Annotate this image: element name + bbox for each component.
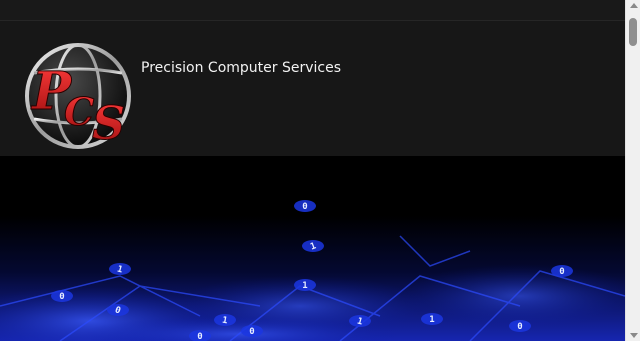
scroll-down-arrow-icon[interactable] xyxy=(630,333,638,338)
vertical-scrollbar[interactable] xyxy=(625,0,640,341)
page: P C S Precision Computer Services 0 1 1 … xyxy=(0,0,625,341)
binary-digit: 1 xyxy=(421,313,443,325)
svg-text:0: 0 xyxy=(197,332,202,341)
svg-text:1: 1 xyxy=(302,281,307,291)
svg-text:S: S xyxy=(92,96,125,150)
svg-text:C: C xyxy=(64,89,94,134)
svg-text:0: 0 xyxy=(517,322,522,332)
binary-digit: 0 xyxy=(294,200,316,212)
site-header: P C S Precision Computer Services xyxy=(0,21,625,156)
binary-digit: 0 xyxy=(509,320,531,332)
scroll-thumb[interactable] xyxy=(629,18,637,46)
svg-text:0: 0 xyxy=(249,327,254,337)
hero-banner: 0110010101100 xyxy=(0,156,625,341)
top-strip xyxy=(0,0,625,21)
site-title[interactable]: Precision Computer Services xyxy=(141,60,341,76)
binary-digit: 0 xyxy=(51,290,73,302)
scroll-up-arrow-icon[interactable] xyxy=(630,3,638,8)
svg-text:1: 1 xyxy=(429,315,434,325)
pcs-logo-icon[interactable]: P C S xyxy=(22,39,134,151)
binary-digit: 0 xyxy=(551,265,573,277)
binary-digit: 1 xyxy=(294,279,316,291)
svg-text:0: 0 xyxy=(59,292,64,302)
svg-text:0: 0 xyxy=(559,267,564,277)
binary-digit: 0 xyxy=(241,325,263,337)
binary-data-illustration: 011 0010101 100 xyxy=(0,156,625,341)
svg-text:0: 0 xyxy=(302,202,307,212)
